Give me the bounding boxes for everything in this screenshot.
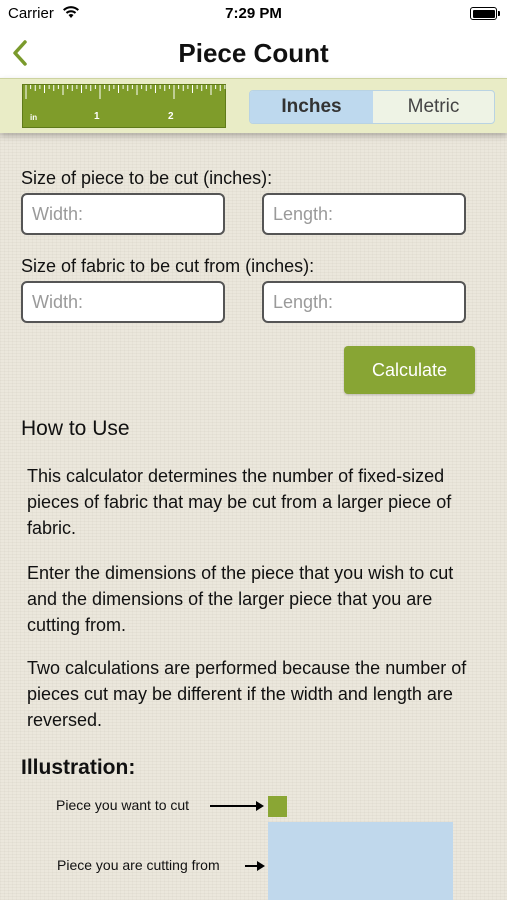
page-title: Piece Count: [178, 38, 329, 68]
fabric-width-field[interactable]: [21, 281, 225, 323]
piece-size-label: Size of piece to be cut (inches):: [21, 168, 273, 188]
fabric-arrow-head-icon: [257, 861, 265, 871]
fabric-length-field[interactable]: [262, 281, 466, 323]
fabric-size-label: Size of fabric to be cut from (inches):: [21, 256, 315, 276]
metric-segment[interactable]: Metric: [373, 91, 494, 123]
piece-arrow-line: [210, 805, 258, 807]
calculate-button[interactable]: Calculate: [344, 346, 475, 394]
how-to-heading: How to Use: [21, 417, 130, 440]
nav-bar: Piece Count: [0, 28, 507, 78]
ruler-mark-1: 1: [94, 111, 100, 122]
how-to-paragraph-1: This calculator determines the number of…: [27, 466, 452, 538]
how-to-paragraph-2: Enter the dimensions of the piece that y…: [27, 563, 454, 635]
piece-arrow-head-icon: [256, 801, 264, 811]
ruler-graphic: in 1 2: [22, 84, 226, 128]
inches-segment[interactable]: Inches: [250, 91, 373, 123]
small-piece-swatch: [268, 796, 287, 817]
illustration-heading: Illustration:: [21, 756, 136, 779]
unit-segmented-control: Inches Metric: [249, 90, 495, 124]
piece-length-field[interactable]: [262, 193, 466, 235]
ruler-unit-label: in: [30, 113, 38, 122]
status-bar: Carrier 7:29 PM: [0, 0, 507, 28]
piece-width-field[interactable]: [21, 193, 225, 235]
how-to-paragraph-3: Two calculations are performed because t…: [27, 658, 467, 730]
battery-icon: [470, 7, 500, 20]
large-fabric-swatch: [268, 822, 453, 900]
cutting-from-label: Piece you are cutting from: [57, 857, 220, 873]
clock: 7:29 PM: [225, 5, 282, 22]
ruler-ticks: [25, 85, 226, 99]
unit-toolbar: in 1 2 Inches Metric: [0, 78, 507, 133]
ruler-mark-2: 2: [168, 111, 174, 122]
piece-to-cut-label: Piece you want to cut: [56, 797, 190, 813]
